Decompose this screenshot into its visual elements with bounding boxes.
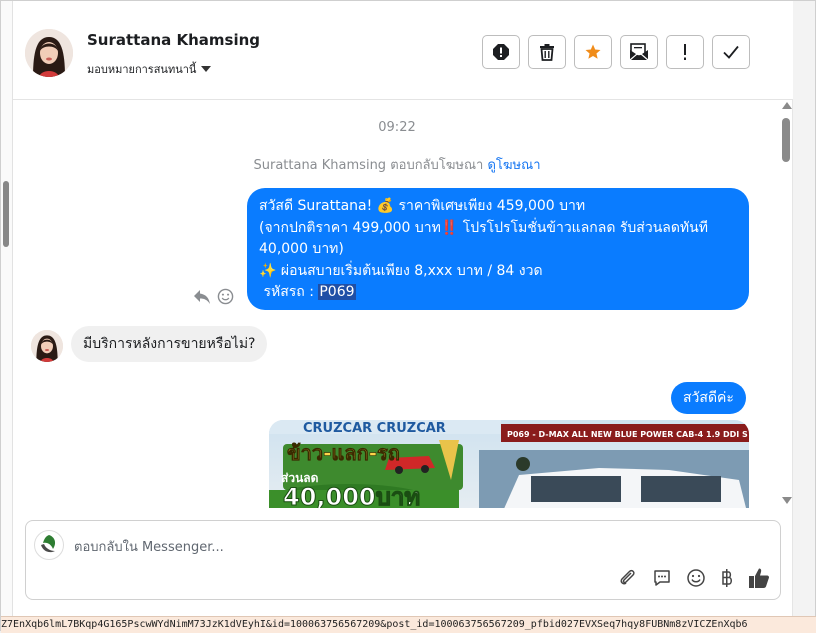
inbox-window: Surattana Khamsing มอบหมายการสนทนานี้ 09… (0, 0, 816, 633)
star-button[interactable] (574, 35, 612, 69)
contact-name[interactable]: Surattana Khamsing (87, 31, 260, 49)
view-ad-link[interactable]: ดูโฆษณา (487, 158, 540, 173)
like-icon[interactable] (748, 567, 770, 589)
trash-icon (540, 44, 554, 61)
ad-reply-text: Surattana Khamsing ตอบกลับโฆษณา (253, 158, 484, 173)
saved-reply-icon[interactable] (652, 568, 672, 588)
report-spam-button[interactable] (482, 35, 520, 69)
ad-message-line: รหัสรถ : P069 (259, 282, 737, 304)
mark-unread-button[interactable] (620, 35, 658, 69)
car-code-label: รหัสรถ : (259, 284, 319, 300)
outgoing-ad-message[interactable]: สวัสดี Surattana! 💰 ราคาพิเศษเพียง 459,0… (247, 188, 749, 310)
incoming-sender-avatar[interactable] (31, 330, 63, 362)
ad-message-line: 40,000 บาท) (259, 241, 344, 257)
ad-banner-top: CRUZCAR CRUZCAR (303, 421, 446, 436)
delete-button[interactable] (528, 35, 566, 69)
message-timestamp: 09:22 (378, 120, 416, 135)
incoming-message[interactable]: มีบริการหลังการขายหรือไม่? (71, 326, 268, 362)
assign-label: มอบหมายการสนทนานี้ (87, 63, 197, 76)
assign-conversation-dropdown[interactable]: มอบหมายการสนทนานี้ (87, 60, 212, 78)
conversation-toolbar (482, 35, 750, 69)
ad-promo-title: ข้าว-แลก-รถ (287, 441, 400, 465)
left-scrollbar[interactable] (1, 1, 13, 616)
conversation-header: Surattana Khamsing มอบหมายการสนทนานี้ (13, 1, 793, 100)
ad-message-line: (จากปกติราคา 499,000 บาท‼️ โปรโปรโมชั่นข… (259, 219, 708, 236)
contact-avatar[interactable] (25, 29, 73, 77)
composer-actions (618, 567, 770, 589)
message-actions (193, 288, 234, 305)
thread-scrollbar[interactable] (781, 100, 793, 508)
baht-payment-icon[interactable] (720, 568, 734, 588)
left-scrollbar-thumb[interactable] (3, 181, 9, 247)
ad-reply-note: Surattana Khamsing ตอบกลับโฆษณา ดูโฆษณา (13, 154, 781, 175)
exclamation-icon (684, 44, 686, 60)
outgoing-greeting-message[interactable]: สวัสดีค่ะ (671, 382, 746, 414)
scroll-down-icon[interactable] (782, 497, 792, 504)
reply-icon[interactable] (193, 289, 211, 305)
star-icon (585, 44, 601, 59)
react-emoji-icon[interactable] (217, 288, 234, 305)
car-ad-image: CRUZCAR CRUZCAR P069 - D-MAX ALL NEW BLU… (269, 420, 749, 508)
emoji-icon[interactable] (686, 568, 706, 588)
envelope-icon (629, 43, 649, 61)
attachment-icon[interactable] (618, 568, 638, 588)
caret-down-icon (201, 66, 212, 72)
ad-image-attachment[interactable]: CRUZCAR CRUZCAR P069 - D-MAX ALL NEW BLU… (269, 420, 749, 508)
message-thread[interactable]: 09:22 Surattana Khamsing ตอบกลับโฆษณา ดู… (13, 100, 781, 508)
scroll-up-icon[interactable] (782, 102, 792, 109)
page-avatar (34, 530, 64, 560)
mark-done-button[interactable] (712, 35, 750, 69)
car-code-selected[interactable]: P069 (318, 284, 356, 300)
follow-up-button[interactable] (666, 35, 704, 69)
right-panel-edge (792, 1, 815, 616)
thread-scrollbar-thumb[interactable] (782, 118, 790, 162)
ad-message-line: ✨ ผ่อนสบายเริ่มต้นเพียง 8,xxx บาท / 84 ง… (259, 262, 543, 279)
reply-composer[interactable]: ตอบกลับใน Messenger... (25, 520, 781, 600)
check-icon (723, 45, 739, 59)
ad-message-line: สวัสดี Surattana! 💰 ราคาพิเศษเพียง 459,0… (259, 198, 586, 214)
ad-model-line: P069 - D-MAX ALL NEW BLUE POWER CAB-4 1.… (507, 430, 749, 439)
status-bar-url: Z7EnXqb6lmL7BKqp4G165PscwWYdNimM73JzK1dV… (1, 616, 816, 633)
ad-discount-amount: 40,000บาท (283, 483, 420, 508)
alert-circle-icon (493, 44, 509, 60)
reply-input[interactable]: ตอบกลับใน Messenger... (74, 536, 224, 557)
